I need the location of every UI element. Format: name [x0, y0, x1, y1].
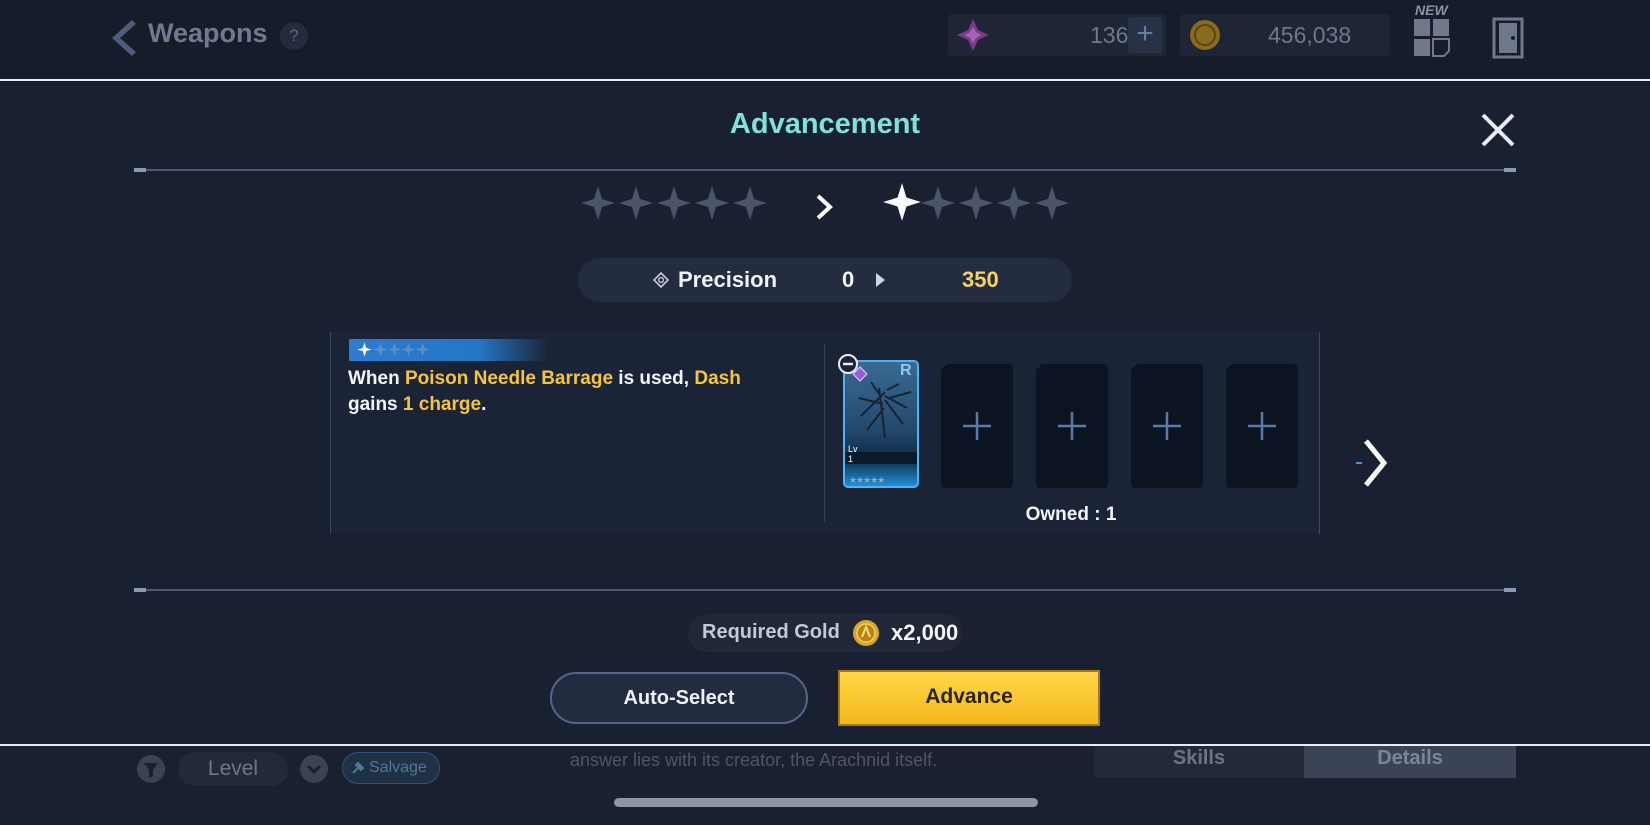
- precision-icon: [653, 272, 669, 288]
- star-icon: [415, 342, 430, 357]
- panel-separator: [824, 344, 825, 522]
- empty-material-slot[interactable]: [1036, 364, 1108, 488]
- gold-counter: 456,038: [1180, 14, 1390, 56]
- grid-icon[interactable]: [1413, 18, 1451, 58]
- gold-coin-icon: [853, 620, 879, 646]
- gem-icon: [957, 19, 989, 51]
- home-indicator: [614, 798, 1038, 807]
- star-icon-active: [883, 183, 921, 221]
- rarity-label: R: [900, 362, 912, 379]
- effect-skill-name: Poison Needle Barrage: [405, 368, 614, 389]
- salvage-button[interactable]: Salvage: [342, 752, 440, 784]
- weapon-image: [858, 381, 912, 439]
- modal-top-border: [0, 79, 1650, 81]
- gold-amount: 456,038: [1268, 22, 1352, 48]
- door-icon[interactable]: [1491, 16, 1525, 60]
- effect-text: is used,: [613, 368, 695, 389]
- star-icon: [581, 186, 615, 220]
- top-divider: [134, 168, 1516, 172]
- plus-icon: [1153, 412, 1181, 440]
- required-gold-label: Required Gold: [702, 621, 840, 643]
- help-icon[interactable]: ?: [280, 22, 308, 50]
- advance-button[interactable]: Advance: [838, 670, 1100, 726]
- star-icon: [733, 186, 767, 220]
- tab-details[interactable]: Details: [1304, 746, 1516, 778]
- effect-value: 1 charge: [402, 394, 482, 415]
- required-gold: Required Gold x2,000: [688, 614, 962, 652]
- rarity-gem-icon: [852, 366, 868, 382]
- star-icon: [373, 342, 388, 357]
- tier-badge: [349, 339, 549, 361]
- owned-count: Owned : 1: [1025, 504, 1117, 525]
- dialog-title: Advancement: [729, 108, 921, 140]
- stat-arrow-icon: [876, 273, 885, 287]
- effect-text: gains: [348, 394, 403, 415]
- stat-name: Precision: [678, 267, 778, 292]
- empty-material-slot[interactable]: [1131, 364, 1203, 488]
- star-icon: [921, 186, 955, 220]
- top-bar: Weapons ? 136 + 456,038 NEW: [0, 0, 1650, 80]
- stat-from: 0: [842, 267, 855, 292]
- chevron-right-icon: [816, 194, 833, 220]
- plus-icon: [1058, 412, 1086, 440]
- level-label: Lv: [848, 444, 858, 454]
- gold-coin-icon: [1190, 20, 1220, 50]
- chevron-right-icon[interactable]: [1356, 437, 1388, 489]
- star-icon: [657, 186, 691, 220]
- plus-icon: [963, 412, 991, 440]
- page-title: Weapons: [148, 18, 268, 48]
- required-gold-amount: x2,000: [891, 620, 959, 645]
- star-icon: [387, 342, 402, 357]
- effect-description: When Poison Needle Barrage is used, Dash…: [348, 366, 768, 418]
- tab-skills[interactable]: Skills: [1094, 746, 1304, 778]
- effect-text: .: [481, 394, 487, 415]
- stat-to: 350: [962, 267, 999, 292]
- effect-text: When: [348, 368, 405, 389]
- empty-material-slot[interactable]: [1226, 364, 1298, 488]
- effect-skill-name: Dash: [694, 368, 741, 389]
- card-stars: ★★★★★: [849, 475, 885, 485]
- star-icon: [401, 342, 416, 357]
- weapon-lore-text: answer lies with its creator, the Arachn…: [570, 750, 938, 770]
- back-arrow-icon[interactable]: [106, 18, 140, 58]
- star-icon: [619, 186, 653, 220]
- star-icon: [959, 186, 993, 220]
- star-icon: [1035, 186, 1069, 220]
- auto-select-button[interactable]: Auto-Select: [550, 672, 808, 724]
- sort-icon[interactable]: [299, 754, 329, 784]
- salvage-icon: [352, 761, 365, 774]
- star-icon: [695, 186, 729, 220]
- level-value: 1: [848, 454, 854, 464]
- filter-icon[interactable]: [136, 754, 166, 784]
- salvage-label: Salvage: [369, 759, 427, 776]
- star-icon-active: [357, 342, 372, 357]
- bottom-divider: [134, 588, 1516, 592]
- advancement-panel: When Poison Needle Barrage is used, Dash…: [330, 332, 1320, 534]
- sort-level-button[interactable]: Level: [178, 752, 288, 786]
- empty-material-slot[interactable]: [941, 364, 1013, 488]
- gem-count: 136: [1090, 22, 1129, 48]
- plus-icon: [1248, 412, 1276, 440]
- stat-change: Precision 0 350: [578, 258, 1072, 302]
- close-icon[interactable]: [1478, 110, 1518, 150]
- star-icon: [997, 186, 1031, 220]
- add-gems-button[interactable]: +: [1128, 17, 1162, 53]
- card-level: Lv 1: [848, 444, 858, 464]
- new-badge: NEW: [1415, 2, 1448, 18]
